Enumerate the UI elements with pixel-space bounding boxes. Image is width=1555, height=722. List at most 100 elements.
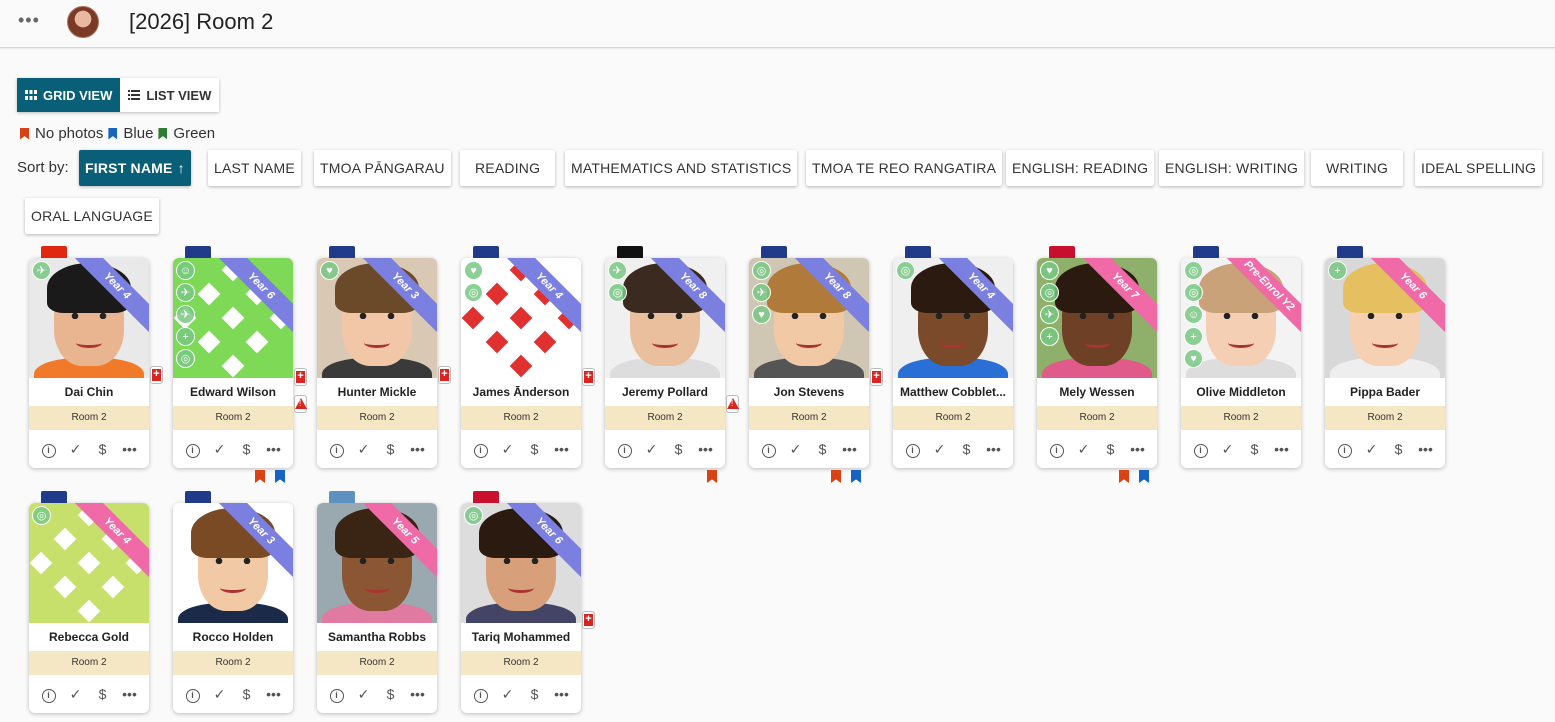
student-card[interactable]: Year 6 ☺ ✈ ✈ + ◎ Edward Wilson Room 2 i ✓ $ ••• [173, 246, 307, 483]
check-icon[interactable]: ✓ [1362, 441, 1382, 458]
info-icon[interactable]: i [1047, 440, 1067, 458]
student-name[interactable]: Edward Wilson [173, 378, 293, 406]
grid-view-button[interactable]: GRID VIEW [17, 78, 121, 112]
sort-tmoa-pangarau-button[interactable]: TMOA PĀNGARAU [314, 150, 451, 186]
more-horizontal-icon[interactable]: ••• [696, 441, 716, 457]
check-icon[interactable]: ✓ [66, 686, 86, 703]
check-icon[interactable]: ✓ [1218, 441, 1238, 458]
student-photo[interactable]: Year 4 ✈ [29, 258, 149, 378]
warning-icon[interactable] [726, 395, 739, 413]
more-horizontal-icon[interactable]: ••• [408, 686, 428, 702]
student-photo[interactable]: Year 6 + [1325, 258, 1445, 378]
heart-icon[interactable]: ♥ [464, 261, 483, 280]
bookmark-icon[interactable] [1119, 470, 1129, 483]
student-photo[interactable]: Year 4 ◎ [29, 503, 149, 623]
target-icon[interactable]: ◎ [464, 283, 483, 302]
medical-alert-icon[interactable] [582, 368, 595, 386]
info-icon[interactable]: i [183, 685, 203, 703]
student-card[interactable]: Year 6 + Pippa Bader Room 2 i ✓ $ ••• [1325, 246, 1445, 468]
legend-blue[interactable]: Blue [108, 125, 153, 142]
target-icon[interactable]: ◎ [176, 349, 195, 368]
dollar-icon[interactable]: $ [93, 441, 113, 457]
check-icon[interactable]: ✓ [210, 686, 230, 703]
medical-alert-icon[interactable] [438, 366, 451, 384]
student-name[interactable]: Dai Chin [29, 378, 149, 406]
check-icon[interactable]: ✓ [498, 686, 518, 703]
student-name[interactable]: Mely Wessen [1037, 378, 1157, 406]
dollar-icon[interactable]: $ [237, 441, 257, 457]
heart-icon[interactable]: ♥ [1184, 349, 1203, 368]
target-icon[interactable]: ◎ [1184, 261, 1203, 280]
target-icon[interactable]: ◎ [464, 506, 483, 525]
student-name[interactable]: James Ānderson [461, 378, 581, 406]
bookmark-icon[interactable] [851, 470, 861, 483]
avatar[interactable] [67, 6, 99, 38]
student-photo[interactable]: Year 4 ♥ ◎ [461, 258, 581, 378]
info-icon[interactable]: i [471, 685, 491, 703]
sort-writing-button[interactable]: WRITING [1311, 150, 1404, 186]
dollar-icon[interactable]: $ [525, 686, 545, 702]
info-icon[interactable]: i [39, 440, 59, 458]
target-icon[interactable]: ◎ [752, 261, 771, 280]
dollar-icon[interactable]: $ [1389, 441, 1409, 457]
more-horizontal-icon[interactable]: ••• [264, 441, 284, 457]
target-icon[interactable]: ◎ [32, 506, 51, 525]
plus-icon[interactable]: + [1040, 327, 1059, 346]
student-card[interactable]: Pre-Enrol Y2 ◎ ◎ ☺ + ♥ Olive Middleton Room 2 i ✓… [1181, 246, 1301, 468]
more-horizontal-icon[interactable]: ••• [984, 441, 1004, 457]
more-horizontal-icon[interactable]: ••• [1128, 441, 1148, 457]
student-photo[interactable]: Year 4 ◎ [893, 258, 1013, 378]
student-card[interactable]: Year 8 ◎ ✈ ♥ Jon Stevens Room 2 i ✓ $ ••• [749, 246, 883, 483]
bookmark-icon[interactable] [255, 470, 265, 483]
student-photo[interactable]: Year 3 ♥ [317, 258, 437, 378]
medical-alert-icon[interactable] [294, 368, 307, 386]
rocket-icon[interactable]: ✈ [752, 283, 771, 302]
rocket-icon[interactable]: ✈ [32, 261, 51, 280]
plus-icon[interactable]: + [1328, 261, 1347, 280]
student-photo[interactable]: Pre-Enrol Y2 ◎ ◎ ☺ + ♥ [1181, 258, 1301, 378]
student-name[interactable]: Rocco Holden [173, 623, 293, 651]
target-icon[interactable]: ◎ [1040, 283, 1059, 302]
more-horizontal-icon[interactable]: ••• [120, 686, 140, 702]
student-card[interactable]: Year 5 Samantha Robbs Room 2 i ✓ $ ••• [317, 491, 437, 713]
check-icon[interactable]: ✓ [354, 441, 374, 458]
plus-icon[interactable]: + [1184, 327, 1203, 346]
sort-mathematics-button[interactable]: MATHEMATICS AND STATISTICS [565, 150, 798, 186]
dollar-icon[interactable]: $ [813, 441, 833, 457]
more-horizontal-icon[interactable]: ••• [264, 686, 284, 702]
list-view-button[interactable]: LIST VIEW [120, 78, 220, 112]
legend-no-photos[interactable]: No photos [20, 125, 103, 142]
more-horizontal-icon[interactable]: ••• [120, 441, 140, 457]
info-icon[interactable]: i [759, 440, 779, 458]
check-icon[interactable]: ✓ [930, 441, 950, 458]
sort-last-name-button[interactable]: LAST NAME [208, 150, 301, 186]
student-name[interactable]: Jeremy Pollard [605, 378, 725, 406]
student-card[interactable]: Year 4 ✈ Dai Chin Room 2 i ✓ $ ••• [29, 246, 163, 468]
info-icon[interactable]: i [39, 685, 59, 703]
heart-icon[interactable]: ♥ [320, 261, 339, 280]
rocket-icon[interactable]: ✈ [1040, 305, 1059, 324]
check-icon[interactable]: ✓ [786, 441, 806, 458]
more-horizontal-icon[interactable]: ••• [1416, 441, 1436, 457]
check-icon[interactable]: ✓ [642, 441, 662, 458]
dollar-icon[interactable]: $ [957, 441, 977, 457]
sort-first-name-button[interactable]: FIRST NAME ↑ [79, 150, 191, 186]
info-icon[interactable]: i [471, 440, 491, 458]
student-photo[interactable]: Year 7 ♥ ◎ ✈ + [1037, 258, 1157, 378]
sort-english-reading-button[interactable]: ENGLISH: READING [1006, 150, 1155, 186]
rocket-icon[interactable]: ✈ [176, 305, 195, 324]
student-card[interactable]: Year 4 ◎ Rebecca Gold Room 2 i ✓ $ ••• [29, 491, 149, 713]
bookmark-icon[interactable] [831, 470, 841, 483]
student-photo[interactable]: Year 6 ◎ [461, 503, 581, 623]
dollar-icon[interactable]: $ [381, 441, 401, 457]
student-card[interactable]: Year 3 ♥ Hunter Mickle Room 2 i ✓ $ ••• [317, 246, 451, 468]
check-icon[interactable]: ✓ [1074, 441, 1094, 458]
student-name[interactable]: Rebecca Gold [29, 623, 149, 651]
check-icon[interactable]: ✓ [498, 441, 518, 458]
rocket-icon[interactable]: ✈ [176, 283, 195, 302]
student-card[interactable]: Year 4 ♥ ◎ James Ānderson Room 2 i ✓ $ ••• [461, 246, 595, 468]
student-photo[interactable]: Year 6 ☺ ✈ ✈ + ◎ [173, 258, 293, 378]
dollar-icon[interactable]: $ [669, 441, 689, 457]
check-icon[interactable]: ✓ [210, 441, 230, 458]
sort-oral-language-button[interactable]: ORAL LANGUAGE [25, 198, 159, 234]
